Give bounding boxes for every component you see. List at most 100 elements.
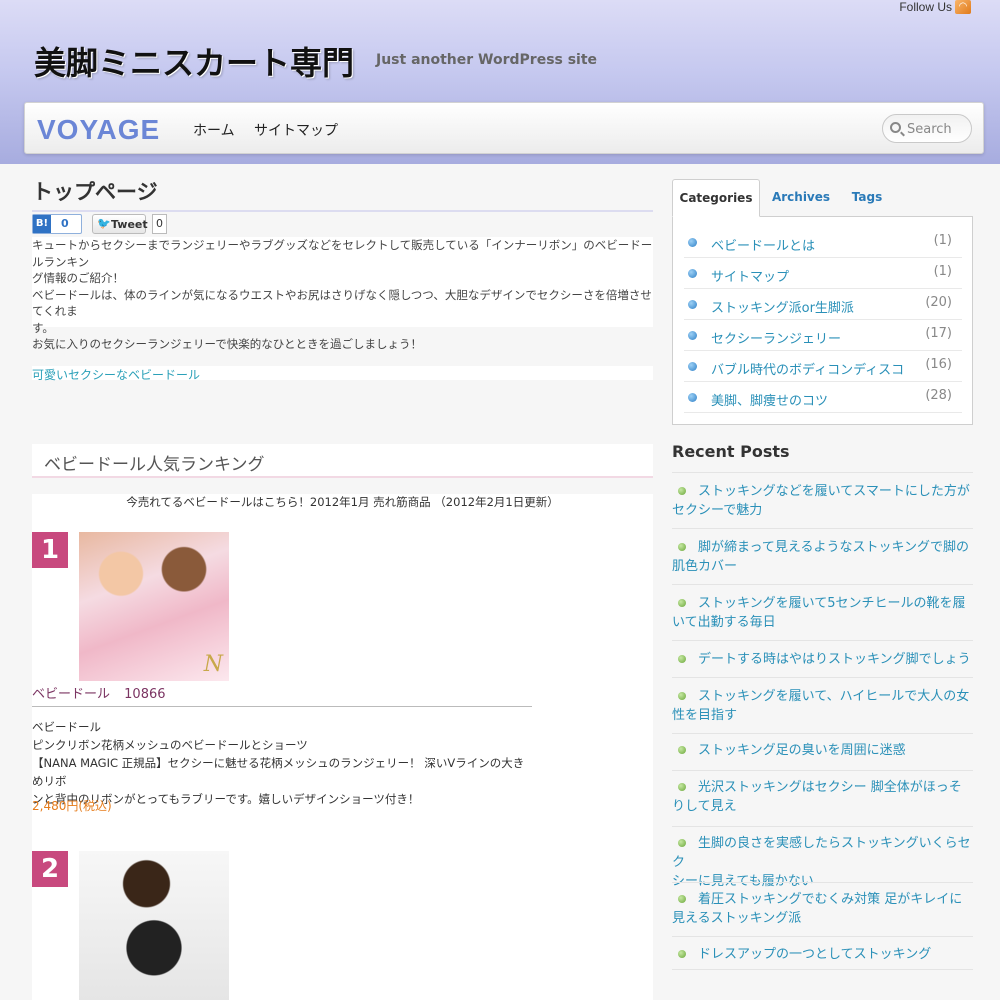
category-item[interactable]: ベビードールとは (1) (684, 227, 962, 258)
recent-post-title[interactable]: 光沢ストッキングはセクシー 脚全体がほっそ (698, 780, 962, 795)
recent-post-title[interactable]: ストッキングを履いて5センチヒールの靴を履 (698, 596, 966, 611)
recent-post-item[interactable]: 脚が締まって見えるようなストッキングで脚の 肌色カバー (672, 528, 973, 584)
recent-post-title[interactable]: ストッキング足の臭いを周囲に迷惑 (698, 743, 906, 758)
intro-line: グ情報のご紹介！ (32, 271, 124, 285)
recent-post-title[interactable]: 着圧ストッキングでむくみ対策 足がキレイに (698, 892, 962, 907)
bullet-icon (688, 269, 697, 278)
bullet-icon (688, 300, 697, 309)
bullet-icon (688, 362, 697, 371)
bullet-icon (678, 746, 686, 754)
recent-post-title[interactable]: ドレスアップの一つとしてストッキング (698, 947, 931, 962)
cute-babydoll-link[interactable]: 可愛いセクシーなベビードール (32, 366, 200, 383)
category-name[interactable]: 美脚、脚痩せのコツ (711, 390, 828, 409)
bullet-icon (678, 839, 686, 847)
desc-line: ベビードール (32, 720, 101, 734)
recent-post-item[interactable]: 光沢ストッキングはセクシー 脚全体がほっそ りして見え (672, 770, 973, 826)
product-price-1: 2,480円(税込) (32, 799, 112, 813)
desc-line: 【NANA MAGIC 正規品】セクシーに魅せる花柄メッシュのランジェリー！ 深… (32, 756, 525, 788)
rank-badge-2: 2 (32, 851, 68, 887)
category-item[interactable]: 美脚、脚痩せのコツ (28) (684, 382, 962, 413)
tab-tags[interactable]: Tags (842, 179, 892, 217)
hatena-icon: B! (33, 215, 51, 233)
recent-post-item[interactable]: ストッキングを履いて、ハイヒールで大人の女 性を目指す (672, 677, 973, 733)
bullet-icon (678, 543, 686, 551)
follow-us-label[interactable]: Follow Us (899, 0, 952, 14)
voyage-logo[interactable]: VOYAGE (37, 114, 160, 146)
hatena-bookmark-button[interactable]: B! 0 (32, 214, 82, 234)
category-item[interactable]: ストッキング派or生脚派 (20) (684, 289, 962, 320)
ranking-section-header: ベビードール人気ランキング (32, 444, 653, 478)
category-item[interactable]: セクシーランジェリー (17) (684, 320, 962, 351)
recent-post-item[interactable]: ストッキング足の臭いを周囲に迷惑 (672, 733, 973, 770)
intro-line: ベビードールは、体のラインが気になるウエストやお尻はさりげなく隠しつつ、大胆なデ… (32, 287, 652, 319)
category-count: (28) (925, 388, 952, 403)
bullet-icon (678, 599, 686, 607)
tab-archives[interactable]: Archives (766, 179, 836, 217)
category-count: (16) (925, 357, 952, 372)
recent-post-title[interactable]: ストッキングなどを履いてスマートにした方が (698, 484, 970, 499)
ranking-section-title: ベビードール人気ランキング (44, 455, 265, 475)
search-input[interactable] (907, 120, 967, 138)
recent-post-title-cont[interactable]: 肌色カバー (672, 557, 973, 576)
recent-post-item[interactable]: 着圧ストッキングでむくみ対策 足がキレイに 見えるストッキング派 (672, 882, 973, 936)
recent-post-item[interactable]: ドレスアップの一つとしてストッキング (672, 936, 973, 970)
search-box[interactable] (882, 114, 972, 143)
rank-badge-1: 1 (32, 532, 68, 568)
tweet-count: 0 (152, 214, 167, 234)
recent-post-title-cont[interactable]: 見えるストッキング派 (672, 909, 973, 928)
tab-categories[interactable]: Categories (672, 179, 760, 217)
tweet-button[interactable]: 🐦 Tweet (92, 214, 148, 234)
bullet-icon (678, 487, 686, 495)
category-item[interactable]: バブル時代のボディコンディスコ (16) (684, 351, 962, 382)
category-name[interactable]: ストッキング派or生脚派 (711, 297, 854, 316)
category-count: (20) (925, 295, 952, 310)
search-icon[interactable] (890, 122, 901, 133)
bullet-icon (678, 655, 686, 663)
bullet-icon (678, 950, 686, 958)
product-title-1[interactable]: ベビードール 10866 (32, 683, 532, 707)
category-name[interactable]: サイトマップ (711, 266, 789, 285)
product-rating: 10866 (124, 687, 166, 702)
twitter-bird-icon: 🐦 (97, 217, 111, 230)
recent-post-title-cont[interactable]: いて出勤する毎日 (672, 613, 973, 632)
category-name[interactable]: セクシーランジェリー (711, 328, 841, 347)
nav-item-sitemap[interactable]: サイトマップ (254, 120, 338, 140)
recent-post-title[interactable]: 生脚の良さを実感したらストッキングいくらセク (672, 836, 971, 870)
category-count: (1) (933, 233, 952, 248)
recent-post-item[interactable]: ストッキングなどを履いてスマートにした方が セクシーで魅力 (672, 472, 973, 528)
recent-post-item[interactable]: デートする時はやはりストッキング脚でしょう (672, 640, 973, 677)
intro-line: キュートからセクシーまでランジェリーやラブグッズなどをセレクトして販売している「… (32, 238, 653, 269)
main-navbar: VOYAGE ホーム サイトマップ (24, 102, 984, 154)
recent-post-title[interactable]: デートする時はやはりストッキング脚でしょう (698, 652, 971, 667)
recent-post-item[interactable]: 生脚の良さを実感したらストッキングいくらセク シーに見えても履かない (672, 826, 973, 889)
desc-line: ピンクリボン花柄メッシュのベビードールとショーツ (32, 738, 308, 752)
bullet-icon (678, 783, 686, 791)
category-count: (17) (925, 326, 952, 341)
rss-icon[interactable]: ◠ (955, 0, 971, 14)
product-photo-1[interactable]: N (79, 532, 229, 681)
ranking-subtitle: 今売れてるベビードールはこちら！2012年1月 売れ筋商品 （2012年2月1日… (126, 495, 559, 509)
site-title[interactable]: 美脚ミニスカート専門 (34, 38, 354, 84)
page-title: トップページ (32, 176, 653, 212)
category-count: (1) (933, 264, 952, 279)
category-item[interactable]: サイトマップ (1) (684, 258, 962, 289)
site-header: Follow Us ◠ 美脚ミニスカート専門 Just another Word… (0, 0, 1000, 164)
bullet-icon (678, 895, 686, 903)
recent-post-title[interactable]: ストッキングを履いて、ハイヒールで大人の女 (698, 689, 969, 704)
category-name[interactable]: バブル時代のボディコンディスコ (711, 359, 904, 378)
nav-item-home[interactable]: ホーム (193, 120, 235, 140)
recent-post-title-cont[interactable]: りして見え (672, 797, 973, 816)
category-name[interactable]: ベビードールとは (711, 235, 815, 254)
recent-posts-title: Recent Posts (672, 442, 790, 461)
nana-magic-logo: N (203, 652, 223, 677)
bullet-icon (688, 331, 697, 340)
recent-post-title[interactable]: 脚が締まって見えるようなストッキングで脚の (698, 540, 969, 555)
recent-post-title-cont[interactable]: 性を目指す (672, 706, 973, 725)
recent-post-item[interactable]: ストッキングを履いて5センチヒールの靴を履 いて出勤する毎日 (672, 584, 973, 640)
product-photo-2[interactable] (79, 851, 229, 1000)
tweet-label: Tweet (111, 218, 148, 231)
site-description: Just another WordPress site (376, 52, 598, 68)
bullet-icon (678, 692, 686, 700)
intro-line: お気に入りのセクシーランジェリーで快楽的なひとときを過ごしましょう！ (32, 337, 422, 351)
recent-post-title-cont[interactable]: セクシーで魅力 (672, 501, 973, 520)
